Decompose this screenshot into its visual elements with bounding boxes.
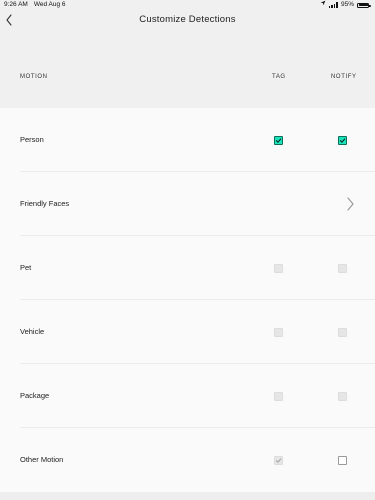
status-bar: 9:26 AM Wed Aug 6 95% [0, 0, 375, 10]
list-item-person: Person [0, 108, 375, 172]
list-item-package: Package [0, 364, 375, 428]
notify-checkbox-pet[interactable] [338, 264, 347, 273]
battery-icon [357, 2, 371, 8]
tag-checkbox-person[interactable] [274, 136, 283, 145]
row-label: Other Motion [20, 455, 64, 464]
notify-checkbox-person[interactable] [338, 136, 347, 145]
list-item-other-motion: Other Motion [0, 428, 375, 492]
notify-checkbox-package[interactable] [338, 392, 347, 401]
row-label: Friendly Faces [20, 199, 70, 208]
location-icon [320, 0, 326, 10]
tag-checkbox-package[interactable] [274, 392, 283, 401]
section-heading-motion: MOTION [20, 74, 48, 80]
status-date: Wed Aug 6 [33, 1, 66, 8]
chevron-right-icon[interactable] [345, 196, 355, 212]
column-heading-notify: NOTIFY [331, 74, 357, 80]
tag-checkbox-pet[interactable] [274, 264, 283, 273]
tag-checkbox-other-motion[interactable] [274, 456, 283, 465]
column-header: MOTION TAG NOTIFY [0, 32, 375, 108]
list-item-friendly-faces[interactable]: Friendly Faces [0, 172, 375, 236]
row-label: Person [20, 135, 44, 144]
battery-percent: 95% [340, 1, 354, 8]
signal-icon [328, 2, 338, 8]
row-label: Vehicle [20, 327, 45, 336]
notify-checkbox-vehicle[interactable] [338, 328, 347, 337]
notify-checkbox-other-motion[interactable] [338, 456, 347, 465]
page-title: Customize Detections [139, 14, 236, 25]
bottom-band [0, 492, 375, 500]
list-item-vehicle: Vehicle [0, 300, 375, 364]
status-time-date: 9:26 AM Wed Aug 6 [4, 0, 66, 10]
tag-checkbox-vehicle[interactable] [274, 328, 283, 337]
row-label: Pet [20, 263, 32, 272]
status-time: 9:26 AM [4, 1, 28, 8]
detection-list: Person Friendly Faces Pet Vehicle Packag… [0, 108, 375, 492]
row-label: Package [20, 391, 50, 400]
status-indicators: 95% [320, 0, 371, 10]
column-heading-tag: TAG [272, 74, 286, 80]
nav-bar: Customize Detections [0, 10, 375, 32]
list-item-pet: Pet [0, 236, 375, 300]
